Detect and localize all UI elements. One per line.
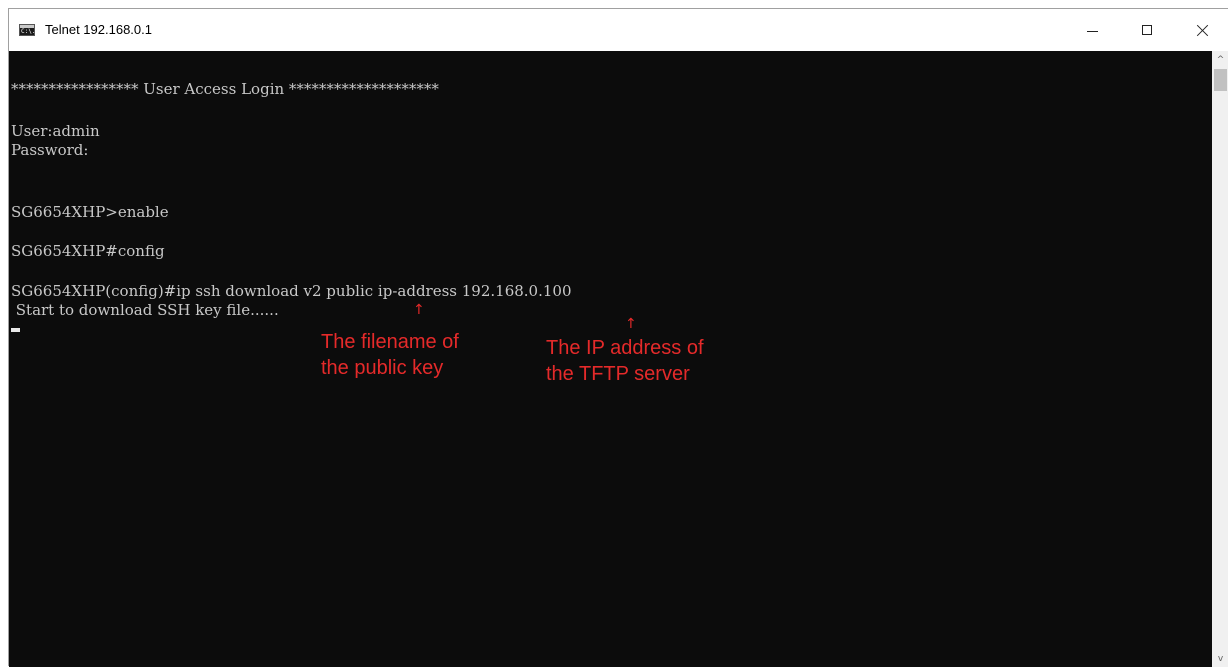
scroll-up-icon[interactable]: ^ [1212,51,1228,68]
telnet-window: C:\. Telnet 192.168.0.1 ****************… [8,8,1228,667]
title-bar[interactable]: C:\. Telnet 192.168.0.1 [9,9,1228,51]
filename-arrow-icon: ↑ [413,302,425,318]
ip-address-arrow-icon: ↑ [625,316,637,332]
scroll-down-icon[interactable]: v [1212,650,1228,667]
minimize-icon [1086,30,1098,32]
maximize-button[interactable] [1124,9,1170,51]
terminal-output[interactable]: ***************** User Access Login ****… [9,51,1212,667]
close-icon [1196,24,1209,37]
password-line: Password: [11,141,89,159]
download-status-line: Start to download SSH key file...... [11,301,279,319]
maximize-icon [1142,25,1152,35]
minimize-button[interactable] [1069,9,1115,51]
config-command-line: SG6654XHP#config [11,242,165,260]
console-icon: C:\. [19,24,35,36]
window-title: Telnet 192.168.0.1 [45,22,152,37]
enable-command-line: SG6654XHP>enable [11,203,169,221]
scroll-thumb[interactable] [1214,69,1227,91]
login-banner-line: ***************** User Access Login ****… [11,80,439,98]
ip-address-annotation: The IP address of the TFTP server [546,337,704,385]
text-cursor [11,328,20,332]
close-button[interactable] [1179,9,1225,51]
vertical-scrollbar[interactable]: ^ v [1212,51,1228,667]
ssh-download-command-line: SG6654XHP(config)#ip ssh download v2 pub… [11,282,572,300]
filename-annotation: The filename of the public key [321,331,459,379]
console-icon-text: C:\. [21,28,36,35]
user-line: User:admin [11,122,100,140]
